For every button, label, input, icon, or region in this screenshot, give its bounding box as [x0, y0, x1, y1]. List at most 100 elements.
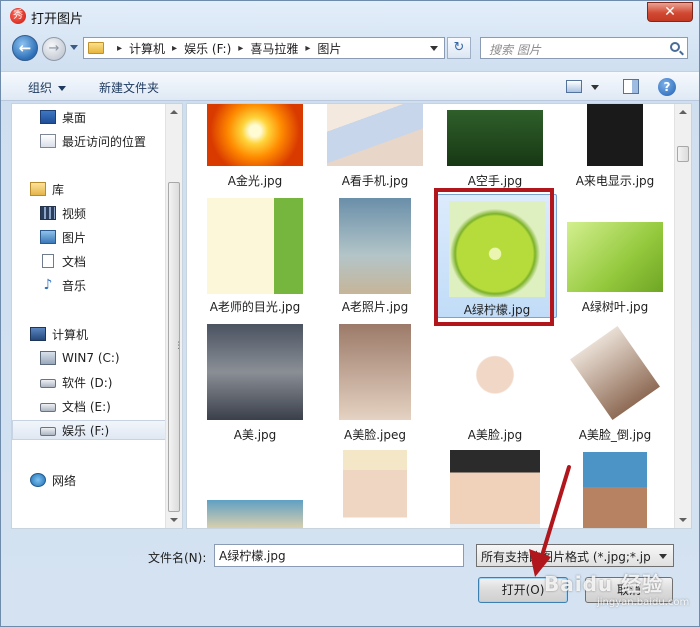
file-tile[interactable]: A美脸.jpg [435, 322, 555, 446]
scroll-down-icon[interactable] [679, 518, 687, 522]
file-tile[interactable]: A老师的目光.jpg [195, 196, 315, 320]
navigation-bar: ← → ▸ 计算机 ▸ 娱乐 (F:) ▸ 喜马拉雅 ▸ 图片 ↻ 搜索 图片 [1, 33, 699, 63]
file-thumbnail [587, 104, 643, 166]
open-image-dialog: 秀 打开图片 ✕ ← → ▸ 计算机 ▸ 娱乐 (F:) ▸ 喜马拉雅 ▸ 图片… [0, 0, 700, 627]
app-logo-icon: 秀 [10, 8, 26, 24]
organize-label: 组织 [28, 81, 53, 95]
sidebar-item-label: 视频 [62, 206, 87, 221]
chevron-down-icon [58, 86, 67, 91]
breadcrumb-drive-f[interactable]: 娱乐 (F:) [184, 40, 231, 57]
recent-locations-dropdown-icon[interactable] [70, 45, 78, 50]
sidebar-item-drive-e[interactable]: 文档 (E:) [40, 396, 182, 416]
file-thumbnail [570, 326, 660, 420]
file-thumbnail [207, 500, 303, 528]
chevron-right-icon[interactable]: ▸ [238, 43, 243, 54]
refresh-button[interactable]: ↻ [447, 37, 471, 59]
sidebar-item-drive-c[interactable]: WIN7 (C:) [40, 348, 182, 368]
file-tile[interactable]: A老照片.jpg [315, 196, 435, 320]
dialog-title: 打开图片 [31, 12, 84, 27]
file-name: A美脸_倒.jpg [578, 428, 652, 442]
file-name: A绿树叶.jpg [581, 300, 649, 314]
drive-icon [40, 427, 56, 436]
new-folder-button[interactable]: 新建文件夹 [99, 79, 159, 96]
file-name: A老师的目光.jpg [209, 300, 301, 314]
sidebar-item-label: 网络 [52, 473, 77, 488]
computer-icon [30, 327, 46, 341]
sidebar-item-music[interactable]: ♪ 音乐 [40, 275, 182, 295]
drive-icon [40, 379, 56, 388]
desktop-icon [40, 110, 56, 124]
baidu-watermark: Baidu 经验 [544, 572, 664, 596]
network-icon [30, 473, 46, 487]
scroll-down-icon[interactable] [170, 518, 178, 522]
drive-icon [40, 403, 56, 412]
sidebar-item-drive-f[interactable]: 娱乐 (F:) [12, 420, 166, 440]
file-thumbnail [207, 198, 303, 294]
forward-arrow-icon: → [48, 41, 60, 56]
close-button[interactable]: ✕ [647, 2, 693, 22]
library-icon [30, 182, 46, 196]
sidebar-item-drive-d[interactable]: 软件 (D:) [40, 372, 182, 392]
search-icon[interactable] [670, 42, 680, 52]
sidebar-item-desktop[interactable]: 桌面 [40, 107, 182, 127]
breadcrumb-himalaya[interactable]: 喜马拉雅 [250, 40, 298, 57]
filename-input[interactable] [214, 544, 464, 567]
navigation-pane: 桌面 最近访问的位置 库 视频 图片 文档 ♪ 音乐 计算机 WIN7 (C:) … [11, 103, 183, 529]
file-tile[interactable]: A美脸.jpeg [315, 322, 435, 446]
sidebar-item-label: 计算机 [52, 327, 89, 342]
scroll-up-icon[interactable] [679, 110, 687, 114]
address-dropdown-icon[interactable] [430, 46, 438, 51]
file-thumbnail [207, 324, 303, 420]
sidebar-item-network[interactable]: 网络 [30, 470, 182, 490]
breadcrumb-computer[interactable]: 计算机 [129, 40, 165, 57]
file-name: A来电显示.jpg [575, 174, 655, 188]
sidebar-item-label: 文档 (E:) [62, 399, 111, 414]
file-thumbnail [447, 346, 543, 418]
back-arrow-icon: ← [18, 39, 32, 57]
file-thumbnail [207, 104, 303, 166]
sidebar-item-videos[interactable]: 视频 [40, 203, 182, 223]
pane-splitter-handle[interactable]: ⋮ [174, 341, 183, 351]
video-icon [40, 206, 56, 220]
forward-button[interactable]: → [42, 37, 66, 61]
preview-pane-icon[interactable] [623, 79, 639, 94]
file-thumbnail [327, 104, 423, 166]
file-tile[interactable] [315, 448, 435, 528]
sidebar-item-computer[interactable]: 计算机 [30, 324, 182, 344]
chevron-right-icon[interactable]: ▸ [305, 43, 310, 54]
file-list-scrollbar[interactable] [674, 104, 691, 528]
sidebar-item-pictures[interactable]: 图片 [40, 227, 182, 247]
navigation-pane-scrollbar[interactable] [165, 104, 182, 528]
view-options-dropdown-icon[interactable] [591, 85, 599, 90]
breadcrumb-pictures[interactable]: 图片 [317, 40, 341, 57]
address-bar[interactable]: ▸ 计算机 ▸ 娱乐 (F:) ▸ 喜马拉雅 ▸ 图片 [83, 37, 445, 59]
chevron-right-icon[interactable]: ▸ [117, 43, 122, 54]
picture-icon [40, 230, 56, 244]
chevron-right-icon[interactable]: ▸ [172, 43, 177, 54]
sidebar-item-documents[interactable]: 文档 [40, 251, 182, 271]
file-tile[interactable]: A美.jpg [195, 322, 315, 446]
scroll-up-icon[interactable] [170, 110, 178, 114]
sidebar-item-label: 图片 [62, 230, 87, 245]
scrollbar-thumb[interactable] [677, 146, 689, 162]
organize-button[interactable]: 组织 [28, 79, 67, 96]
search-input[interactable]: 搜索 图片 [480, 37, 688, 59]
help-icon[interactable]: ? [658, 78, 676, 96]
file-tile[interactable] [195, 448, 315, 528]
file-thumbnail [567, 222, 663, 292]
title-bar: 秀 打开图片 ✕ [1, 1, 699, 31]
sidebar-item-recent-places[interactable]: 最近访问的位置 [40, 131, 182, 151]
filename-label: 文件名(N): [148, 551, 207, 565]
sidebar-item-library[interactable]: 库 [30, 179, 182, 199]
document-icon [42, 254, 54, 268]
sidebar-item-label: 最近访问的位置 [62, 134, 147, 149]
change-view-icon[interactable] [566, 80, 582, 93]
file-tile[interactable]: A绿树叶.jpg [555, 196, 675, 320]
sidebar-item-label: 软件 (D:) [62, 375, 113, 390]
file-tile[interactable]: A美脸_倒.jpg [555, 322, 675, 446]
command-toolbar: 组织 新建文件夹 ? [1, 71, 699, 101]
file-list-pane: A金光.jpg A看手机.jpg A空手.jpg A来电显示.jpg A老师的目… [186, 103, 692, 529]
file-name: A老照片.jpg [341, 300, 409, 314]
back-button[interactable]: ← [12, 35, 38, 61]
baidu-watermark-url: jingyan.baidu.com [597, 597, 690, 608]
